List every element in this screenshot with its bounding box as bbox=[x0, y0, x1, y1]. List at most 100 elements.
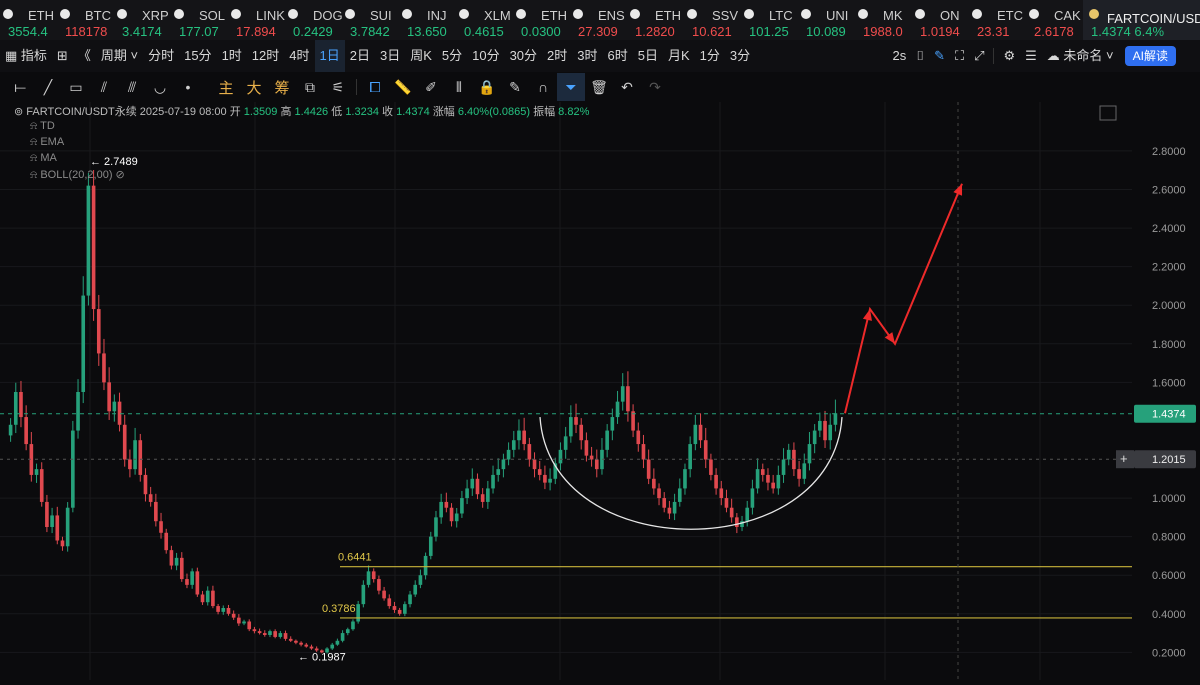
ticker-tab[interactable]: ETC 23.31 bbox=[969, 0, 1026, 40]
interval-18[interactable]: 3分 bbox=[725, 40, 755, 72]
indicator-button[interactable]: ▦ 指标 bbox=[0, 40, 52, 72]
interval-10[interactable]: 10分 bbox=[467, 40, 504, 72]
y-axis-tick: 2.2000 bbox=[1152, 262, 1186, 274]
interval-15[interactable]: 5日 bbox=[633, 40, 663, 72]
ticker-price: 0.0300 bbox=[521, 24, 561, 39]
collapse-info-icon[interactable]: ⊚ bbox=[14, 106, 26, 118]
interval-11[interactable]: 30分 bbox=[505, 40, 542, 72]
trash-icon[interactable]: 🗑 bbox=[585, 73, 613, 101]
interval-9[interactable]: 5分 bbox=[437, 40, 467, 72]
interval-17[interactable]: 1分 bbox=[695, 40, 725, 72]
settings-icon[interactable]: ⚙ bbox=[998, 40, 1020, 72]
ticker-tab[interactable]: SOL 177.07 bbox=[171, 0, 228, 40]
refresh-rate[interactable]: 2s bbox=[888, 40, 912, 72]
fullscreen-icon[interactable]: ⛶ bbox=[950, 40, 969, 72]
coin-icon bbox=[573, 9, 583, 19]
interval-0[interactable]: 分时 bbox=[143, 40, 179, 72]
big-order-button[interactable]: 大 bbox=[240, 73, 268, 101]
candle-body bbox=[563, 436, 568, 450]
pen-icon[interactable]: ✎ bbox=[929, 40, 950, 72]
ticker-tab[interactable]: UNI 10.089 bbox=[798, 0, 855, 40]
copy-icon[interactable]: ⧠ bbox=[361, 73, 389, 101]
channel-icon[interactable]: ▭ bbox=[62, 73, 90, 101]
ticker-tab-active[interactable]: FARTCOIN/USDT永1.4374 6.4% bbox=[1083, 0, 1200, 40]
edit-icon[interactable]: ✎ bbox=[501, 73, 529, 101]
ticker-tab[interactable]: SSV 10.621 bbox=[684, 0, 741, 40]
ticker-tab[interactable]: ETH 1.2820 bbox=[627, 0, 684, 40]
filter-icon[interactable]: ⏷ bbox=[557, 73, 585, 101]
interval-13[interactable]: 3时 bbox=[572, 40, 602, 72]
ticker-tab[interactable]: SUI 3.7842 bbox=[342, 0, 399, 40]
horizontal-line-icon[interactable]: ⟝ bbox=[6, 73, 34, 101]
indicator-boll[interactable]: ⍾ BOLL(20,2,00) ⊘ bbox=[30, 168, 125, 182]
ticker-tab[interactable]: XLM 0.4615 bbox=[456, 0, 513, 40]
interval-5[interactable]: 1日 bbox=[314, 40, 345, 72]
ticker-tab[interactable]: LINK 17.894 bbox=[228, 0, 285, 40]
undo-icon[interactable]: ↶ bbox=[613, 73, 641, 101]
ticker-tab[interactable]: DOGE0.2429 bbox=[285, 0, 342, 40]
main-overlay-button[interactable]: 主 bbox=[212, 73, 240, 101]
indicator-ema[interactable]: ⍾ EMA bbox=[30, 136, 64, 149]
parallel-channel-icon[interactable]: ⫽ bbox=[90, 73, 118, 101]
magnet-icon[interactable]: ∩ bbox=[529, 73, 557, 101]
chart-canvas[interactable]: 2.8000 2.6000 2.4000 2.2000 2.0000 1.8000 1.60… bbox=[0, 102, 1200, 680]
collapse-icon[interactable]: 《 bbox=[73, 40, 96, 72]
ticker-tab[interactable]: LTC 101.25 bbox=[741, 0, 798, 40]
ticker-tab[interactable]: BTC 118178 bbox=[57, 0, 114, 40]
camera-icon[interactable]: ⌷ bbox=[911, 40, 929, 72]
interval-12[interactable]: 2时 bbox=[542, 40, 572, 72]
ticker-tab[interactable]: ENS 27.309 bbox=[570, 0, 627, 40]
layout-dropdown[interactable]: ☁ 未命名 ˅ bbox=[1042, 40, 1119, 72]
ticker-tab[interactable]: ETH 3554.4 bbox=[0, 0, 57, 40]
candle-type-icon[interactable]: ⫴ bbox=[445, 73, 473, 101]
ticker-tab[interactable]: MK 1988.0 bbox=[855, 0, 912, 40]
candle-body bbox=[522, 430, 526, 445]
period-dropdown[interactable]: 周期 ˅ bbox=[96, 40, 143, 72]
interval-8[interactable]: 周K bbox=[405, 40, 437, 72]
ticker-tab[interactable]: ETH 0.0300 bbox=[513, 0, 570, 40]
ticker-tab[interactable]: ON 1.0194 bbox=[912, 0, 969, 40]
adjust-icon[interactable]: ⚟ bbox=[324, 73, 352, 101]
ruler-icon[interactable]: 📏 bbox=[389, 73, 417, 101]
candle-body bbox=[470, 478, 475, 489]
interval-14[interactable]: 6时 bbox=[603, 40, 633, 72]
chip-distribution-button[interactable]: 筹 bbox=[268, 73, 296, 101]
candle-body bbox=[205, 590, 210, 603]
candle-body bbox=[797, 469, 801, 479]
more-tools-icon[interactable]: • bbox=[174, 73, 202, 101]
price-chart[interactable]: 2.8000 2.6000 2.4000 2.2000 2.0000 1.8000 1.60… bbox=[0, 102, 1200, 680]
candle-body bbox=[216, 606, 220, 612]
candle-body bbox=[703, 440, 708, 460]
candle-body bbox=[786, 449, 791, 460]
indicator-ma-label: MA bbox=[40, 152, 57, 164]
interval-16[interactable]: 月K bbox=[663, 40, 695, 72]
brush-icon[interactable]: ✐ bbox=[417, 73, 445, 101]
interval-4[interactable]: 4时 bbox=[284, 40, 314, 72]
lock-icon[interactable]: 🔒 bbox=[473, 73, 501, 101]
template-icon[interactable]: ⊞ bbox=[52, 40, 73, 72]
trend-line-icon[interactable]: ╱ bbox=[34, 73, 62, 101]
fib-icon[interactable]: ⫻ bbox=[118, 73, 146, 101]
indicator-ma[interactable]: ⍾ MA bbox=[30, 152, 57, 165]
cloud-icon: ☁ bbox=[1046, 48, 1064, 63]
indicator-icon: ▦ bbox=[5, 48, 21, 63]
redo-icon[interactable]: ↷ bbox=[641, 73, 669, 101]
curve-icon[interactable]: ◡ bbox=[146, 73, 174, 101]
expand-icon[interactable]: ⤢ bbox=[969, 40, 989, 72]
coin-icon bbox=[516, 9, 526, 19]
interval-7[interactable]: 3日 bbox=[375, 40, 405, 72]
compare-icon[interactable]: ⧉ bbox=[296, 73, 324, 101]
candle-body bbox=[543, 474, 547, 483]
ticker-tab[interactable]: CAK 2.6178 bbox=[1026, 0, 1083, 40]
ticker-tab[interactable]: XRP 3.4174 bbox=[114, 0, 171, 40]
interval-1[interactable]: 15分 bbox=[179, 40, 216, 72]
list-icon[interactable]: ☰ bbox=[1020, 40, 1042, 72]
indicator-td[interactable]: ⍾ TD bbox=[30, 120, 55, 133]
ticker-tab[interactable]: INJ 13.650 bbox=[399, 0, 456, 40]
y-axis-tick: 0.4000 bbox=[1152, 609, 1186, 621]
interval-6[interactable]: 2日 bbox=[345, 40, 375, 72]
coin-icon bbox=[174, 9, 184, 19]
ai-analysis-button[interactable]: AI解读 bbox=[1124, 46, 1176, 66]
interval-2[interactable]: 1时 bbox=[217, 40, 247, 72]
interval-3[interactable]: 12时 bbox=[247, 40, 284, 72]
